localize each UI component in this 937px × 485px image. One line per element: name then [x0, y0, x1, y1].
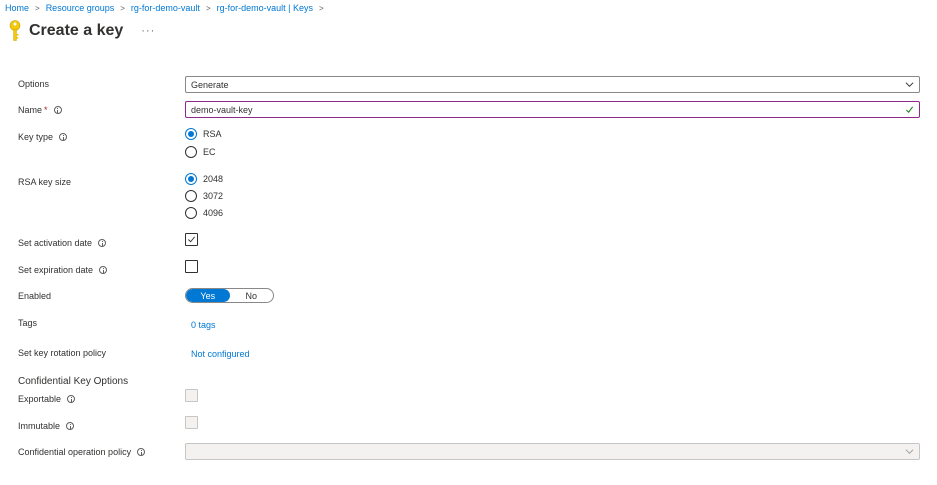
name-label: Name * — [18, 104, 62, 116]
more-options-icon[interactable]: ··· — [141, 25, 155, 37]
rotation-policy-label: Set key rotation policy — [18, 347, 106, 359]
immutable-label: Immutable — [18, 420, 75, 432]
options-dropdown[interactable]: Generate — [185, 76, 920, 93]
breadcrumb-home[interactable]: Home — [5, 3, 29, 13]
breadcrumb: Home > Resource groups > rg-for-demo-vau… — [5, 2, 324, 14]
exportable-label-text: Exportable — [18, 394, 62, 404]
name-input[interactable]: demo-vault-key — [185, 101, 920, 118]
radio-unselected-icon — [185, 189, 197, 202]
expiration-date-checkbox[interactable] — [185, 260, 198, 273]
operation-policy-dropdown — [185, 443, 920, 460]
info-icon[interactable] — [98, 239, 107, 247]
exportable-label: Exportable — [18, 393, 76, 405]
breadcrumb-keys[interactable]: rg-for-demo-vault | Keys — [217, 3, 313, 13]
info-icon[interactable] — [137, 448, 146, 456]
options-label-text: Options — [18, 79, 50, 89]
info-icon[interactable] — [66, 422, 75, 430]
immutable-label-text: Immutable — [18, 421, 61, 431]
rsa-key-size-label: RSA key size — [18, 176, 71, 188]
info-icon[interactable] — [59, 133, 68, 141]
chevron-down-icon — [905, 82, 914, 88]
required-mark: * — [44, 105, 48, 115]
info-icon[interactable] — [67, 395, 76, 403]
breadcrumb-separator: > — [35, 3, 40, 13]
name-input-value: demo-vault-key — [191, 104, 253, 115]
key-size-radio-4096[interactable]: 4096 — [185, 206, 223, 219]
operation-policy-label-text: Confidential operation policy — [18, 447, 132, 457]
operation-policy-label: Confidential operation policy — [18, 446, 146, 458]
expiration-date-label: Set expiration date — [18, 264, 108, 276]
breadcrumb-resource-groups[interactable]: Resource groups — [46, 3, 115, 13]
activation-date-checkbox[interactable] — [185, 233, 198, 246]
radio-unselected-icon — [185, 206, 197, 219]
tags-link[interactable]: 0 tags — [191, 320, 216, 330]
immutable-checkbox — [185, 416, 198, 429]
page-header: Create a key ··· — [8, 18, 155, 44]
breadcrumb-separator: > — [318, 3, 324, 13]
key-type-radio-rsa[interactable]: RSA — [185, 127, 222, 140]
confidential-options-heading: Confidential Key Options — [18, 376, 129, 387]
key-type-label: Key type — [18, 131, 68, 143]
enabled-label: Enabled — [18, 290, 51, 302]
enabled-no-option[interactable]: No — [230, 289, 274, 302]
enabled-label-text: Enabled — [18, 291, 52, 301]
rsa-key-size-label-text: RSA key size — [18, 177, 72, 187]
radio-label: 3072 — [203, 190, 224, 201]
radio-label: 2048 — [203, 173, 224, 184]
checkmark-icon — [188, 236, 195, 243]
rotation-policy-link[interactable]: Not configured — [191, 349, 250, 359]
info-icon[interactable] — [53, 106, 62, 114]
key-type-label-text: Key type — [18, 132, 54, 142]
options-label: Options — [18, 78, 49, 90]
breadcrumb-resource-group[interactable]: rg-for-demo-vault — [131, 3, 200, 13]
activation-date-label: Set activation date — [18, 237, 107, 249]
radio-label: 4096 — [203, 207, 224, 218]
chevron-down-icon — [905, 449, 914, 455]
key-size-radio-3072[interactable]: 3072 — [185, 189, 223, 202]
radio-selected-icon — [185, 127, 197, 140]
exportable-checkbox — [185, 389, 198, 402]
radio-unselected-icon — [185, 145, 197, 158]
info-icon[interactable] — [99, 266, 108, 274]
enabled-toggle[interactable]: Yes No — [185, 288, 274, 303]
activation-date-label-text: Set activation date — [18, 238, 93, 248]
breadcrumb-separator: > — [120, 3, 125, 13]
options-dropdown-value: Generate — [191, 79, 229, 90]
radio-label: RSA — [203, 128, 222, 139]
tags-label-text: Tags — [18, 318, 38, 328]
key-icon — [9, 20, 21, 41]
key-size-radio-2048[interactable]: 2048 — [185, 172, 223, 185]
valid-check-icon — [905, 106, 914, 113]
enabled-yes-option[interactable]: Yes — [186, 289, 230, 302]
key-type-radio-ec[interactable]: EC — [185, 145, 216, 158]
tags-label: Tags — [18, 317, 37, 329]
page-title: Create a key — [29, 22, 124, 39]
radio-selected-icon — [185, 172, 197, 185]
expiration-date-label-text: Set expiration date — [18, 265, 94, 275]
radio-label: EC — [203, 146, 216, 157]
name-label-text: Name — [18, 105, 43, 115]
breadcrumb-separator: > — [205, 3, 211, 13]
rotation-policy-label-text: Set key rotation policy — [18, 348, 107, 358]
